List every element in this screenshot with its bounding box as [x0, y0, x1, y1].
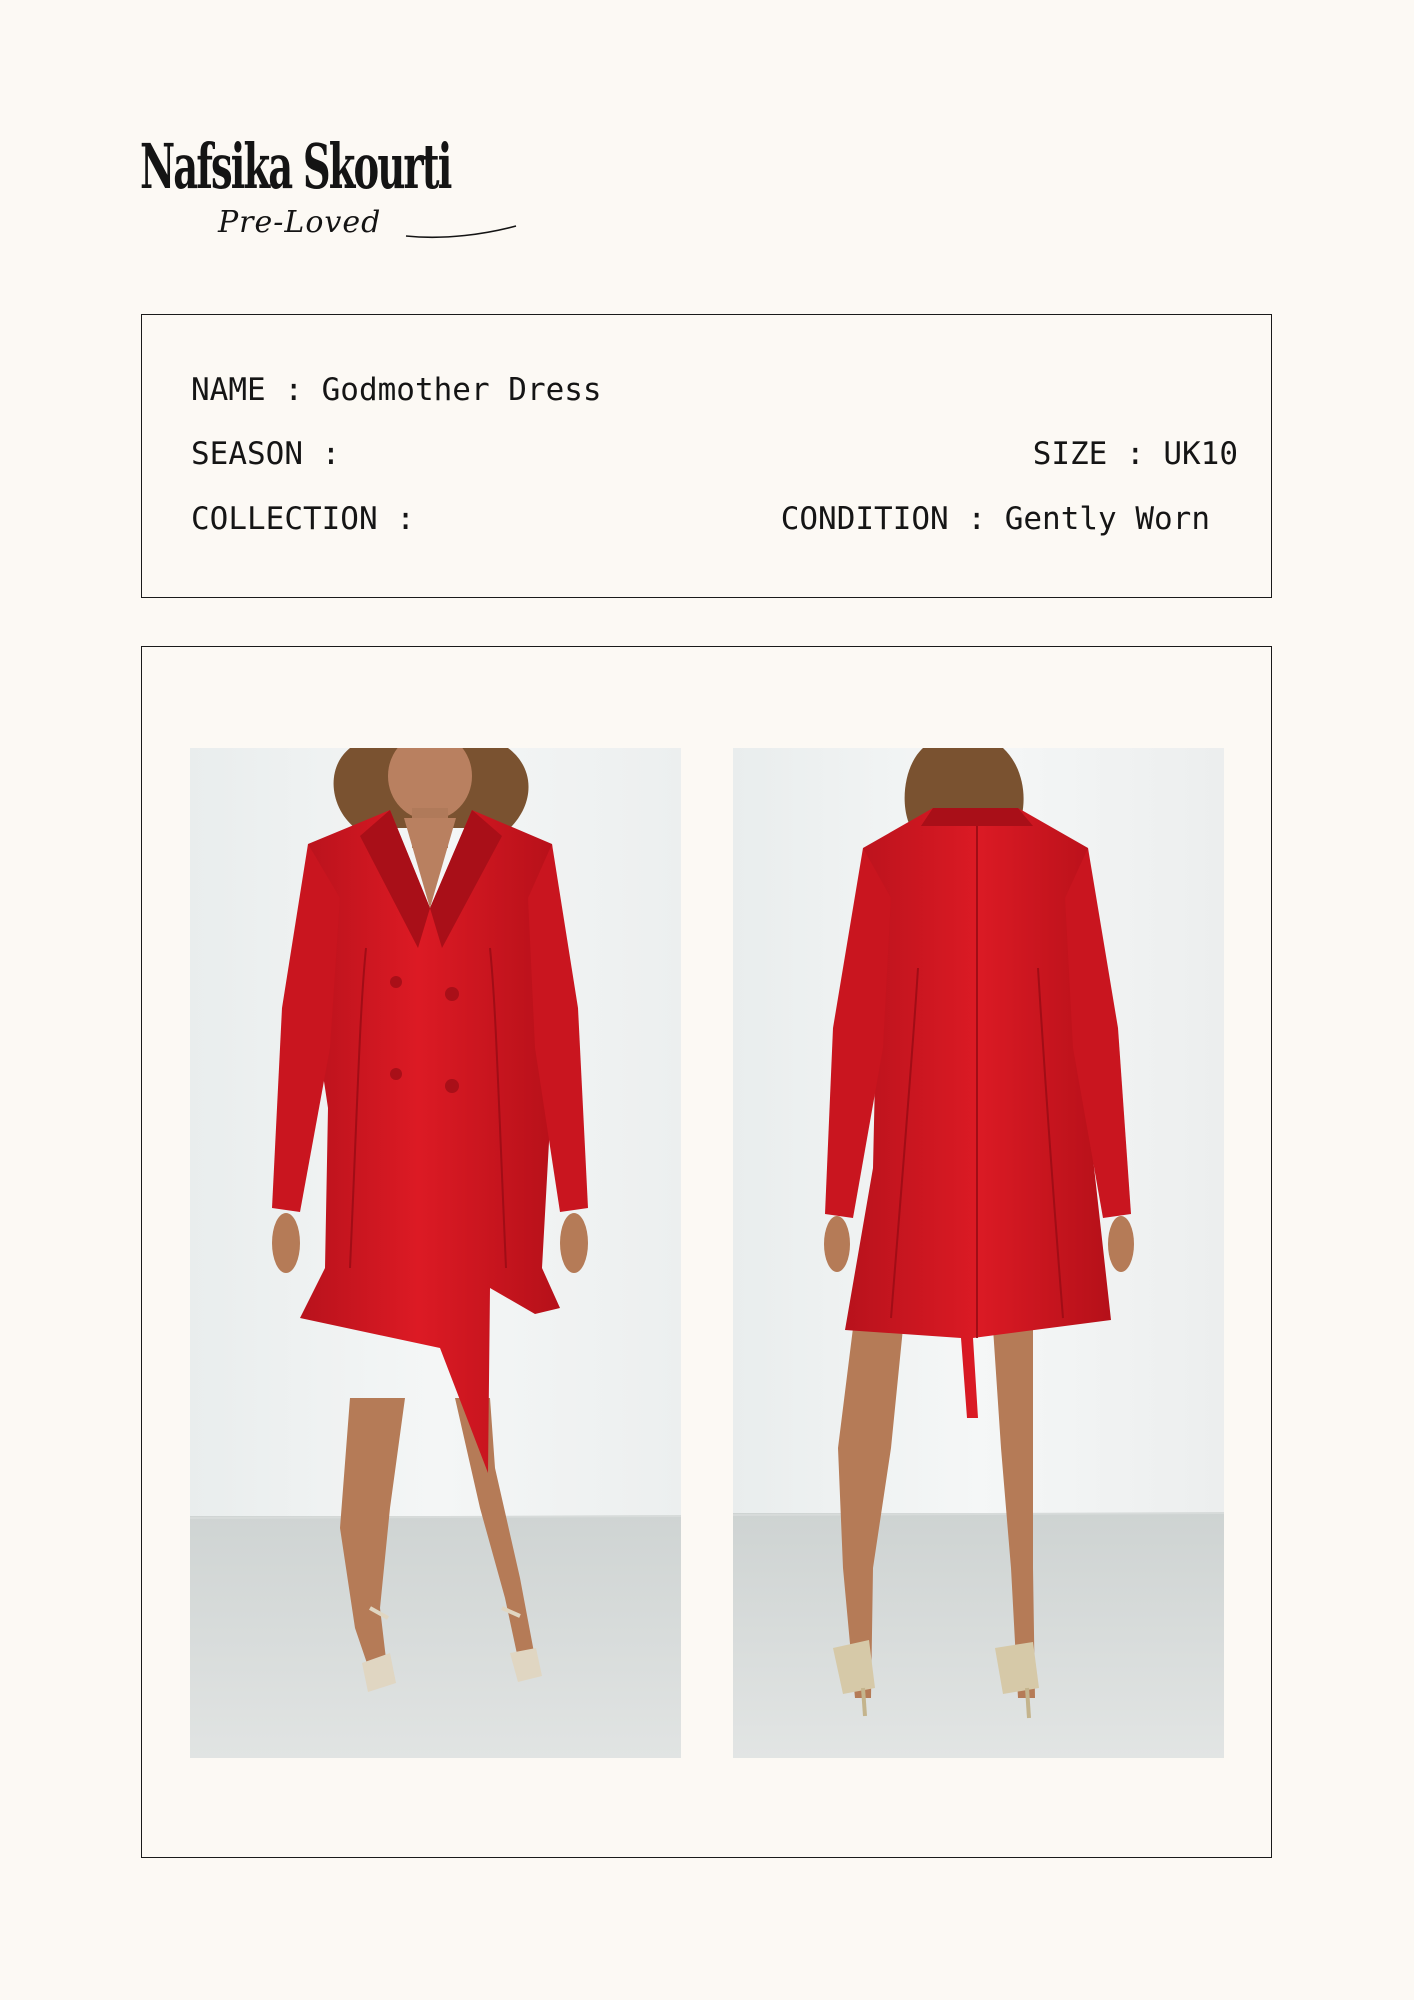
product-info-card: NAME : Godmother Dress SEASON : SIZE : U…: [141, 314, 1272, 598]
dress-front-photo[interactable]: [190, 748, 681, 1758]
collection-field: COLLECTION :: [191, 501, 415, 537]
brand-name: Nafsika Skourti: [140, 130, 452, 203]
brand-logo: Nafsika Skourti Pre-Loved: [140, 130, 517, 246]
product-name-field: NAME : Godmother Dress: [191, 372, 602, 408]
photo-gallery: [141, 646, 1272, 1858]
season-field: SEASON :: [191, 436, 341, 472]
dress-back-photo[interactable]: [733, 748, 1224, 1758]
size-field: SIZE : UK10: [1032, 436, 1238, 472]
signature-swash-icon: [405, 225, 517, 239]
condition-field: CONDITION : Gently Worn: [780, 501, 1210, 537]
